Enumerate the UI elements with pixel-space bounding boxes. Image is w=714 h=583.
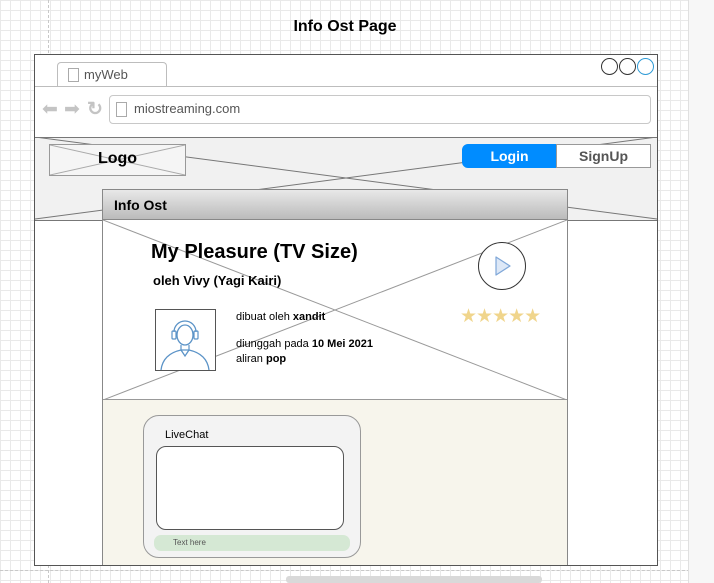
upload-prefix: diunggah pada bbox=[236, 338, 312, 350]
panel-header: Info Ost bbox=[103, 190, 567, 220]
browser-tab[interactable]: myWeb bbox=[57, 62, 167, 87]
genre-prefix: aliran bbox=[236, 353, 266, 365]
play-icon bbox=[495, 256, 511, 276]
genre-line: aliran pop bbox=[236, 353, 286, 365]
livechat-label: LiveChat bbox=[165, 429, 209, 441]
livechat-panel: LiveChat Text here bbox=[143, 415, 361, 558]
guide-line-horizontal bbox=[0, 570, 690, 571]
panel-heading: Info Ost bbox=[114, 197, 167, 213]
forward-arrow-icon[interactable]: ➡ bbox=[64, 100, 80, 120]
song-title: My Pleasure (TV Size) bbox=[151, 241, 358, 263]
page-icon bbox=[116, 102, 127, 117]
signup-button[interactable]: SignUp bbox=[556, 144, 651, 168]
chat-input[interactable]: Text here bbox=[154, 535, 350, 551]
info-ost-panel: Info Ost My Pleasure (TV Size) oleh Vivy… bbox=[102, 189, 568, 565]
user-icon bbox=[160, 320, 210, 371]
play-button[interactable] bbox=[478, 242, 526, 290]
chat-messages-area[interactable] bbox=[156, 446, 344, 530]
logo[interactable]: Logo bbox=[49, 144, 186, 176]
window-close-button[interactable] bbox=[637, 58, 654, 75]
login-button[interactable]: Login bbox=[462, 144, 557, 168]
genre-value: pop bbox=[265, 353, 287, 365]
horizontal-scrollbar[interactable] bbox=[286, 576, 542, 583]
window-maximize-button[interactable] bbox=[619, 58, 636, 75]
creator-name: xandit bbox=[292, 311, 326, 323]
upload-date: 10 Mei 2021 bbox=[311, 338, 374, 350]
browser-window: myWeb ⬅ ➡ ↻ miostreaming.com Logo Login … bbox=[34, 54, 658, 566]
rating-stars[interactable]: ★★★★★ bbox=[460, 305, 541, 328]
reload-icon[interactable]: ↻ bbox=[87, 100, 103, 120]
address-bar[interactable]: miostreaming.com bbox=[109, 95, 651, 124]
url-text: miostreaming.com bbox=[134, 101, 241, 116]
window-minimize-button[interactable] bbox=[601, 58, 618, 75]
creator-prefix: dibuat oleh bbox=[236, 311, 293, 323]
page-icon bbox=[68, 68, 79, 82]
back-arrow-icon[interactable]: ⬅ bbox=[42, 100, 58, 120]
tab-divider bbox=[35, 86, 657, 87]
canvas-edge bbox=[688, 0, 714, 583]
avatar bbox=[155, 309, 216, 371]
tab-label: myWeb bbox=[84, 67, 128, 82]
upload-date-line: diunggah pada 10 Mei 2021 bbox=[236, 338, 373, 350]
logo-text: Logo bbox=[97, 150, 138, 167]
creator-line: dibuat oleh xandit bbox=[236, 311, 325, 323]
song-artist: oleh Vivy (Yagi Kairi) bbox=[153, 273, 282, 288]
page-title: Info Ost Page bbox=[293, 18, 397, 35]
